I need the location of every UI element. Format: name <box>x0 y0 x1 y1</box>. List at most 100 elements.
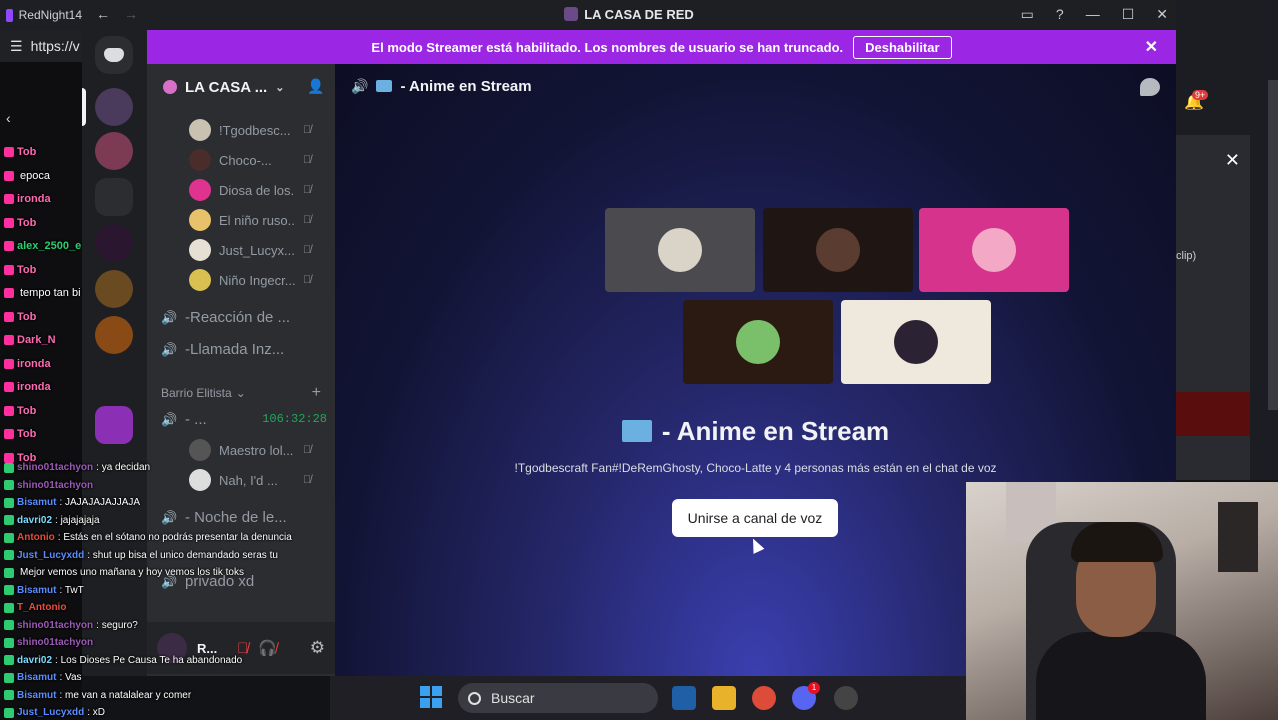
chat-message: shino01tachyon <box>4 480 96 491</box>
chat-username[interactable]: Tob <box>17 264 36 276</box>
badge-icon <box>4 194 14 204</box>
server-header[interactable]: LA CASA ... ⌄ 👤 <box>147 64 335 110</box>
chat-username[interactable]: alex_2500_e <box>17 240 81 252</box>
twitch-icon <box>6 8 13 22</box>
chat-username[interactable]: Dark_N <box>17 334 56 346</box>
participant-tile[interactable] <box>605 208 755 292</box>
chat-bubble-icon[interactable] <box>1140 78 1160 96</box>
badge-icon <box>4 550 14 560</box>
chat-username[interactable]: Just_Lucyxdd <box>17 707 84 718</box>
chat-text: tempo tan bi <box>20 287 81 299</box>
chat-username[interactable]: Tob <box>17 311 36 323</box>
chat-message: ironda <box>4 358 54 370</box>
chevron-left-icon[interactable]: ‹ <box>6 110 11 126</box>
chat-username[interactable]: ironda <box>17 358 51 370</box>
badge-icon <box>4 170 14 181</box>
hair <box>1071 522 1163 562</box>
twitch-chat-overlay: Tob epoca ironda Tob alex_2500_e Tob tempo tan… <box>0 140 330 720</box>
avatar <box>189 119 211 141</box>
chat-username[interactable]: Tob <box>17 146 36 158</box>
chat-username[interactable]: T_Antonio <box>17 602 66 613</box>
discord-home-button[interactable] <box>95 36 133 74</box>
chat-text: : Estás en el sótano no podrás presentar… <box>57 532 292 543</box>
participant-tile[interactable] <box>763 208 913 292</box>
chat-message: Mejor vemos uno mañana y hoy vemos los t… <box>4 567 244 578</box>
close-icon[interactable]: ✕ <box>1225 150 1240 171</box>
chat-username[interactable]: Bisamut <box>17 690 56 701</box>
chat-username[interactable]: ironda <box>17 381 51 393</box>
chat-username[interactable]: davri02 <box>17 655 52 666</box>
chat-username[interactable]: shino01tachyon <box>17 637 93 648</box>
join-voice-button[interactable]: Unirse a canal de voz <box>672 499 838 537</box>
chat-username[interactable]: davri02 <box>17 515 52 526</box>
chevron-down-icon: ⌄ <box>275 81 285 94</box>
chat-username[interactable]: shino01tachyon <box>17 480 93 491</box>
stage-title: - Anime en Stream <box>335 416 1176 447</box>
maximize-icon[interactable]: ☐ <box>1122 6 1135 23</box>
chat-username[interactable]: ironda <box>17 193 51 205</box>
chrome-icon[interactable] <box>752 686 776 710</box>
badge-icon <box>4 405 14 416</box>
webcam-feed <box>966 482 1278 720</box>
chat-text: epoca <box>20 169 50 182</box>
badge-icon <box>4 264 14 275</box>
search-label: Buscar <box>491 690 535 706</box>
participant-tile[interactable] <box>841 300 991 384</box>
badge-icon <box>4 567 14 578</box>
tune-icon: ☰ <box>10 37 23 54</box>
chat-username[interactable]: Bisamut <box>17 672 56 683</box>
badge-icon <box>4 480 14 490</box>
participant-tile[interactable] <box>683 300 833 384</box>
minimize-icon[interactable]: — <box>1086 6 1100 23</box>
chat-username[interactable]: Bisamut <box>17 497 56 508</box>
close-window-icon[interactable]: ✕ <box>1156 6 1168 23</box>
chat-text: : Vas <box>59 672 82 683</box>
chat-message: ironda <box>4 193 54 205</box>
chat-username[interactable]: shino01tachyon <box>17 462 93 473</box>
chat-message: Just_Lucyxdd: shut up bisa el unico dema… <box>4 550 278 561</box>
discord-taskbar-icon[interactable]: 1 <box>792 682 820 710</box>
close-icon[interactable]: ✕ <box>1145 37 1158 57</box>
chat-message: Bisamut: Vas <box>4 672 82 683</box>
mute-icon: 🎙̸ <box>303 124 313 136</box>
chat-text: : seguro? <box>96 619 138 631</box>
badge-icon <box>4 602 14 613</box>
chat-text: : TwT <box>59 584 84 596</box>
chat-username[interactable]: Antonio <box>17 532 55 543</box>
scrollbar[interactable] <box>1268 80 1278 410</box>
badge-icon <box>4 335 14 345</box>
app-icon[interactable] <box>834 686 858 710</box>
chat-message: davri02: Los Dioses Pe Causa Te ha aband… <box>4 655 242 666</box>
chat-message: Bisamut: JAJAJAJAJJAJA <box>4 497 140 508</box>
taskbar: Buscar 1 <box>330 676 966 720</box>
chat-username[interactable]: Bisamut <box>17 585 56 596</box>
disable-streamer-button[interactable]: Deshabilitar <box>853 35 952 59</box>
chat-username[interactable]: Tob <box>17 405 36 417</box>
chat-username[interactable]: Tob <box>17 217 36 229</box>
file-explorer-icon[interactable] <box>712 686 736 710</box>
avatar <box>658 228 702 272</box>
browser-url-bar[interactable]: ☰ https://v <box>0 30 82 62</box>
help-icon[interactable]: ? <box>1056 6 1064 23</box>
avatar <box>816 228 860 272</box>
chat-username[interactable]: Just_Lucyxdd <box>17 550 84 561</box>
chat-message: tempo tan bi <box>4 287 81 299</box>
chat-username[interactable]: shino01tachyon <box>17 620 93 631</box>
browser-tab[interactable]: RedNight14 <box>0 0 82 30</box>
chat-username[interactable]: Tob <box>17 428 36 440</box>
lamp <box>1218 502 1258 572</box>
server-avatar[interactable] <box>95 88 133 126</box>
windows-start-icon[interactable] <box>420 686 442 708</box>
participant-tile[interactable] <box>919 208 1069 292</box>
inbox-icon[interactable]: ▭ <box>1021 6 1034 23</box>
speaker-icon: 🔊 <box>351 77 369 94</box>
add-user-icon[interactable]: 👤 <box>307 78 324 94</box>
chat-message: epoca <box>4 170 50 182</box>
chat-text: : jajajajaja <box>55 514 100 526</box>
badge-icon <box>4 452 14 463</box>
badge-icon <box>4 217 14 228</box>
badge-icon <box>4 690 14 700</box>
app-icon[interactable] <box>672 686 696 710</box>
badge-icon <box>4 707 14 718</box>
taskbar-search[interactable]: Buscar <box>458 683 658 713</box>
